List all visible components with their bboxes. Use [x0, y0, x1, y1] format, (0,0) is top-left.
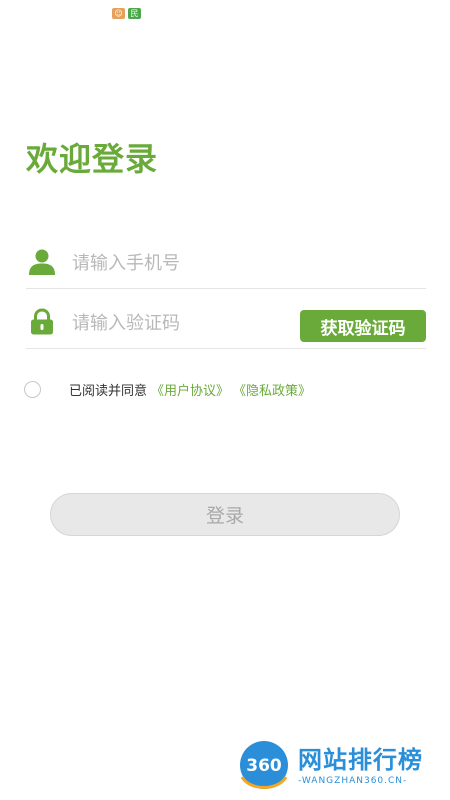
verification-code-input[interactable]: [72, 308, 292, 338]
watermark: 360 网站排行榜 -WANGZHAN360.CN-: [236, 738, 446, 796]
status-bar-icons: ☺ 民: [112, 8, 141, 19]
agreement-checkbox[interactable]: [24, 380, 41, 398]
code-field-row: 获取验证码: [26, 298, 426, 349]
watermark-subtitle: -WANGZHAN360.CN-: [298, 776, 408, 786]
phone-field-row: [26, 238, 426, 289]
get-code-button[interactable]: 获取验证码: [300, 310, 426, 342]
login-screen: ☺ 民 欢迎登录 获取验证码 已阅读并同意 《用户协议》 《隐私政策》 登录: [0, 0, 450, 800]
lock-icon: [31, 308, 53, 335]
watermark-text: 网站排行榜 -WANGZHAN360.CN-: [298, 746, 423, 788]
page-title: 欢迎登录: [26, 140, 159, 178]
user-icon: [29, 249, 55, 275]
watermark-title: 网站排行榜: [298, 746, 423, 774]
privacy-policy-link[interactable]: 《隐私政策》: [233, 380, 311, 399]
agreement-row: 已阅读并同意 《用户协议》 《隐私政策》: [24, 378, 311, 400]
phone-input[interactable]: [72, 248, 292, 278]
watermark-logo-icon: 360: [240, 741, 288, 789]
login-button[interactable]: 登录: [50, 493, 400, 536]
notification-icon-2: 民: [128, 8, 141, 19]
agreement-text: 已阅读并同意: [69, 383, 148, 399]
user-agreement-link[interactable]: 《用户协议》: [151, 380, 229, 399]
watermark-logo-text: 360: [246, 756, 282, 776]
notification-icon: ☺: [112, 8, 125, 19]
